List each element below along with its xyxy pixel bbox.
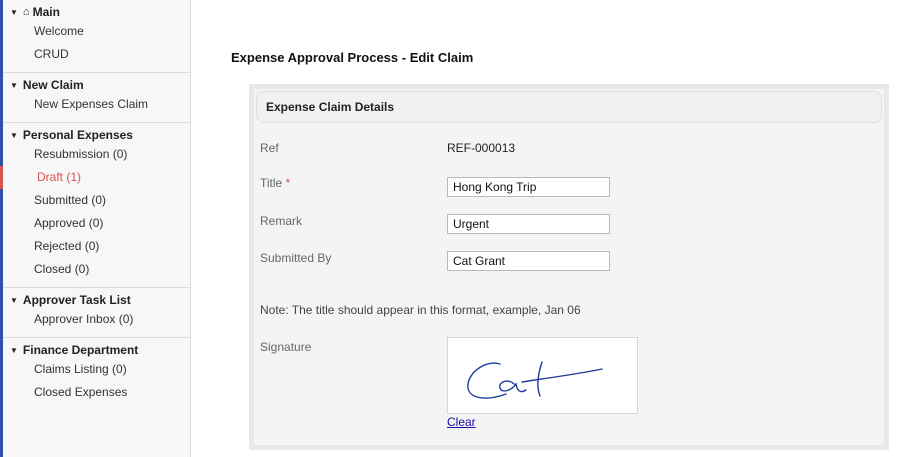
sidebar-item-claims-listing[interactable]: Claims Listing (0) <box>3 358 190 381</box>
ref-value: REF-000013 <box>447 141 516 155</box>
sidebar-item-crud[interactable]: CRUD <box>3 43 190 66</box>
sidebar: ▼ ⌂ Main Welcome CRUD ▼ New Claim New Ex… <box>0 0 191 457</box>
page-title: Expense Approval Process - Edit Claim <box>231 50 474 65</box>
section-title: New Claim <box>22 78 84 92</box>
section-header-finance-department[interactable]: ▼ Finance Department <box>3 342 190 358</box>
sidebar-section-finance-department: ▼ Finance Department Claims Listing (0) … <box>3 338 190 410</box>
sidebar-item-new-expenses-claim[interactable]: New Expenses Claim <box>3 93 190 116</box>
sidebar-item-submitted[interactable]: Submitted (0) <box>3 189 190 212</box>
panel-header: Expense Claim Details <box>256 91 882 123</box>
title-label-text: Title <box>260 176 283 190</box>
sidebar-section-new-claim: ▼ New Claim New Expenses Claim <box>3 73 190 123</box>
required-marker: * <box>285 176 291 190</box>
submitted-by-label: Submitted By <box>260 251 332 265</box>
sidebar-section-main: ▼ ⌂ Main Welcome CRUD <box>3 0 190 73</box>
title-label: Title * <box>260 176 290 190</box>
sidebar-section-personal-expenses: ▼ Personal Expenses Resubmission (0) Dra… <box>0 123 190 288</box>
section-title: Finance Department <box>22 343 139 357</box>
signature-pad[interactable] <box>447 337 638 414</box>
section-header-personal-expenses[interactable]: ▼ Personal Expenses <box>3 127 190 143</box>
section-header-approver-task-list[interactable]: ▼ Approver Task List <box>3 292 190 308</box>
submitted-by-input[interactable] <box>447 251 610 271</box>
ref-label: Ref <box>260 141 279 155</box>
section-title: Main <box>32 5 60 19</box>
remark-label: Remark <box>260 214 303 228</box>
sidebar-item-welcome[interactable]: Welcome <box>3 20 190 43</box>
title-input[interactable] <box>447 177 610 197</box>
sidebar-item-resubmission[interactable]: Resubmission (0) <box>3 143 190 166</box>
format-note: Note: The title should appear in this fo… <box>260 303 581 317</box>
section-header-main[interactable]: ▼ ⌂ Main <box>3 4 190 20</box>
caret-down-icon: ▼ <box>10 7 18 17</box>
sidebar-item-closed[interactable]: Closed (0) <box>3 258 190 281</box>
sidebar-item-approved[interactable]: Approved (0) <box>3 212 190 235</box>
section-title: Approver Task List <box>22 293 131 307</box>
expense-claim-panel: Expense Claim Details Ref REF-000013 Tit… <box>249 84 889 450</box>
section-header-new-claim[interactable]: ▼ New Claim <box>3 77 190 93</box>
sidebar-item-approver-inbox[interactable]: Approver Inbox (0) <box>3 308 190 331</box>
sidebar-item-draft[interactable]: Draft (1) <box>0 166 190 189</box>
clear-signature-link[interactable]: Clear <box>447 415 476 429</box>
sidebar-section-approver-task-list: ▼ Approver Task List Approver Inbox (0) <box>3 288 190 338</box>
caret-down-icon: ▼ <box>10 130 18 140</box>
sidebar-item-rejected[interactable]: Rejected (0) <box>3 235 190 258</box>
caret-down-icon: ▼ <box>10 80 18 90</box>
caret-down-icon: ▼ <box>10 345 18 355</box>
signature-drawing <box>467 361 603 399</box>
panel-body: Expense Claim Details Ref REF-000013 Tit… <box>254 89 884 445</box>
remark-input[interactable] <box>447 214 610 234</box>
section-title: Personal Expenses <box>22 128 133 142</box>
home-icon: ⌂ <box>22 6 30 18</box>
sidebar-item-closed-expenses[interactable]: Closed Expenses <box>3 381 190 404</box>
signature-label: Signature <box>260 340 312 354</box>
caret-down-icon: ▼ <box>10 295 18 305</box>
